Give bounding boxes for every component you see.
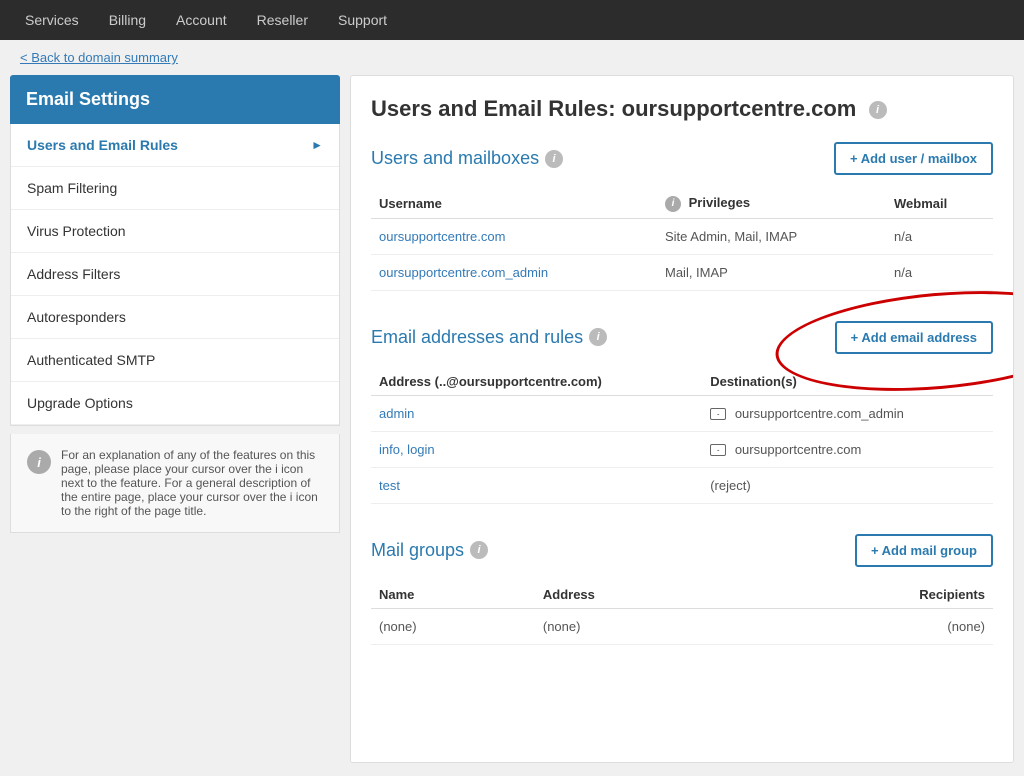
mail-icon-2 <box>710 444 726 456</box>
nav-billing[interactable]: Billing <box>94 0 161 40</box>
top-nav: Services Billing Account Reseller Suppor… <box>0 0 1024 40</box>
back-link-container: < Back to domain summary <box>0 40 1024 75</box>
sidebar-item-users-email-rules[interactable]: Users and Email Rules ► <box>11 124 339 167</box>
page-domain-text: oursupportcentre.com <box>622 96 857 121</box>
mail-groups-section: Mail groups i + Add mail group Name Addr… <box>371 534 993 645</box>
destination-cell-3: (reject) <box>702 467 993 503</box>
group-address-cell: (none) <box>535 608 743 644</box>
add-email-address-button[interactable]: + Add email address <box>835 321 993 354</box>
sidebar-item-label: Authenticated SMTP <box>27 352 155 368</box>
users-mailboxes-section: Users and mailboxes i + Add user / mailb… <box>371 142 993 291</box>
mail-groups-info-icon[interactable]: i <box>470 541 488 559</box>
mail-groups-header: Mail groups i + Add mail group <box>371 534 993 567</box>
destination-text-2: oursupportcentre.com <box>735 442 861 457</box>
table-row: oursupportcentre.com_admin Mail, IMAP n/… <box>371 254 993 290</box>
nav-services[interactable]: Services <box>10 0 94 40</box>
sidebar-item-autoresponders[interactable]: Autoresponders <box>11 296 339 339</box>
email-addresses-title: Email addresses and rules i <box>371 327 607 348</box>
col-name: Name <box>371 581 535 609</box>
sidebar-info-text: For an explanation of any of the feature… <box>61 448 323 518</box>
info-circle-icon: i <box>27 450 51 474</box>
username-link-1[interactable]: oursupportcentre.com <box>379 229 505 244</box>
sidebar-item-authenticated-smtp[interactable]: Authenticated SMTP <box>11 339 339 382</box>
sidebar-item-label: Upgrade Options <box>27 395 133 411</box>
users-mailboxes-info-icon[interactable]: i <box>545 150 563 168</box>
sidebar-menu: Users and Email Rules ► Spam Filtering V… <box>10 124 340 426</box>
username-link-2[interactable]: oursupportcentre.com_admin <box>379 265 548 280</box>
col-address: Address (..@oursupportcentre.com) <box>371 368 702 396</box>
sidebar-title: Email Settings <box>10 75 340 124</box>
email-addresses-section: Email addresses and rules i + Add email … <box>371 321 993 504</box>
table-row: test (reject) <box>371 467 993 503</box>
table-row: (none) (none) (none) <box>371 608 993 644</box>
sidebar-item-label: Spam Filtering <box>27 180 117 196</box>
sidebar-item-address-filters[interactable]: Address Filters <box>11 253 339 296</box>
chevron-right-icon: ► <box>311 138 323 152</box>
page-title-info-icon[interactable]: i <box>869 101 887 119</box>
privileges-info-icon[interactable]: i <box>665 196 681 212</box>
page-title-text: Users and Email Rules: <box>371 96 616 121</box>
col-username: Username <box>371 189 657 218</box>
privileges-cell-2: Mail, IMAP <box>657 254 886 290</box>
sidebar-item-label: Autoresponders <box>27 309 126 325</box>
privileges-cell-1: Site Admin, Mail, IMAP <box>657 218 886 254</box>
nav-account[interactable]: Account <box>161 0 242 40</box>
webmail-cell-1: n/a <box>886 218 993 254</box>
add-email-address-wrapper: + Add email address <box>835 321 993 354</box>
col-recipients: Recipients <box>743 581 993 609</box>
sidebar-item-spam-filtering[interactable]: Spam Filtering <box>11 167 339 210</box>
sidebar-item-virus-protection[interactable]: Virus Protection <box>11 210 339 253</box>
sidebar-item-label: Virus Protection <box>27 223 126 239</box>
email-address-link-1[interactable]: admin <box>379 406 414 421</box>
users-mailboxes-table: Username i Privileges Webmail oursupport… <box>371 189 993 291</box>
group-recipients-cell: (none) <box>743 608 993 644</box>
col-destination: Destination(s) <box>702 368 993 396</box>
mail-groups-table: Name Address Recipients (none) (none) (n… <box>371 581 993 645</box>
main-layout: Email Settings Users and Email Rules ► S… <box>0 75 1024 773</box>
table-row: info, login oursupportcentre.com <box>371 431 993 467</box>
nav-reseller[interactable]: Reseller <box>242 0 323 40</box>
webmail-cell-2: n/a <box>886 254 993 290</box>
page-title: Users and Email Rules: oursupportcentre.… <box>371 96 993 122</box>
add-user-mailbox-button[interactable]: + Add user / mailbox <box>834 142 993 175</box>
destination-text-1: oursupportcentre.com_admin <box>735 406 904 421</box>
back-to-domain-link[interactable]: < Back to domain summary <box>20 50 178 65</box>
col-privileges: i Privileges <box>657 189 886 218</box>
table-row: oursupportcentre.com Site Admin, Mail, I… <box>371 218 993 254</box>
main-content: Users and Email Rules: oursupportcentre.… <box>350 75 1014 763</box>
mail-groups-title: Mail groups i <box>371 540 488 561</box>
destination-cell-1: oursupportcentre.com_admin <box>702 395 993 431</box>
email-address-link-3[interactable]: test <box>379 478 400 493</box>
email-addresses-header: Email addresses and rules i + Add email … <box>371 321 993 354</box>
mail-icon-1 <box>710 408 726 420</box>
destination-cell-2: oursupportcentre.com <box>702 431 993 467</box>
col-address: Address <box>535 581 743 609</box>
group-name-cell: (none) <box>371 608 535 644</box>
add-mail-group-button[interactable]: + Add mail group <box>855 534 993 567</box>
table-row: admin oursupportcentre.com_admin <box>371 395 993 431</box>
email-addresses-table: Address (..@oursupportcentre.com) Destin… <box>371 368 993 504</box>
sidebar-item-upgrade-options[interactable]: Upgrade Options <box>11 382 339 425</box>
email-addresses-title-text: Email addresses and rules <box>371 327 583 348</box>
nav-support[interactable]: Support <box>323 0 402 40</box>
users-mailboxes-title-text: Users and mailboxes <box>371 148 539 169</box>
sidebar: Email Settings Users and Email Rules ► S… <box>10 75 340 763</box>
sidebar-item-label: Address Filters <box>27 266 120 282</box>
email-addresses-info-icon[interactable]: i <box>589 328 607 346</box>
sidebar-info-box: i For an explanation of any of the featu… <box>10 434 340 533</box>
email-address-link-2[interactable]: info, login <box>379 442 435 457</box>
sidebar-item-label: Users and Email Rules <box>27 137 178 153</box>
users-mailboxes-header: Users and mailboxes i + Add user / mailb… <box>371 142 993 175</box>
users-mailboxes-title: Users and mailboxes i <box>371 148 563 169</box>
col-webmail: Webmail <box>886 189 993 218</box>
mail-groups-title-text: Mail groups <box>371 540 464 561</box>
